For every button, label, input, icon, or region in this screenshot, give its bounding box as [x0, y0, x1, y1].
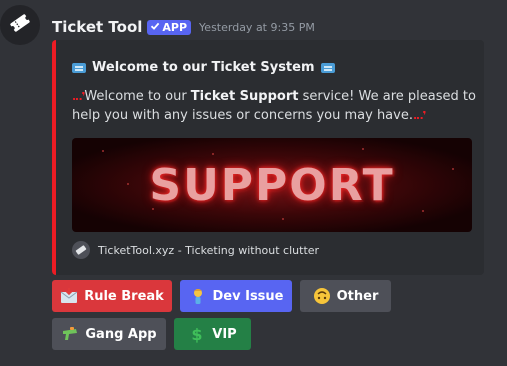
embed-title-text: Welcome to our Ticket System: [92, 60, 315, 75]
description-bold-text: Ticket Support: [190, 89, 299, 104]
other-label: Other: [336, 288, 379, 304]
red-dots-emoji-icon: .‥❜: [72, 90, 85, 103]
incoming-envelope-icon: [60, 287, 78, 305]
banner-text: SUPPORT: [149, 160, 395, 211]
svg-text:$: $: [192, 325, 203, 343]
chat-message: Ticket Tool APP Yesterday at 9:35 PM Wel…: [0, 0, 507, 366]
person-icon: [189, 287, 207, 305]
embed-description: .‥❜Welcome to our Ticket Support service…: [72, 87, 477, 125]
dev-issue-button[interactable]: Dev Issue: [180, 280, 292, 312]
ticket-icon: [8, 11, 32, 39]
embed-footer: TicketTool.xyz - Ticketing without clutt…: [72, 241, 319, 259]
rule-break-button[interactable]: Rule Break: [52, 280, 172, 312]
ticket-emoji-icon: [320, 62, 335, 73]
upside-down-face-icon: [313, 287, 331, 305]
dev-issue-label: Dev Issue: [212, 288, 284, 304]
gang-app-label: Gang App: [85, 326, 157, 342]
author-avatar[interactable]: [0, 5, 40, 45]
app-badge: APP: [147, 19, 192, 35]
embed: Welcome to our Ticket System .‥❜Welcome …: [52, 40, 484, 275]
dollar-sign-icon: $: [188, 325, 206, 344]
red-dots-emoji-icon: .‥❜: [412, 109, 426, 122]
rule-break-label: Rule Break: [84, 288, 164, 304]
gang-app-button[interactable]: Gang App: [52, 318, 166, 350]
app-badge-label: APP: [162, 20, 188, 34]
embed-footer-text: TicketTool.xyz - Ticketing without clutt…: [98, 243, 320, 257]
message-timestamp[interactable]: Yesterday at 9:35 PM: [199, 21, 315, 34]
embed-title: Welcome to our Ticket System: [72, 60, 335, 75]
ticket-emoji-icon: [72, 62, 86, 73]
author-name[interactable]: Ticket Tool: [52, 18, 142, 36]
vip-button[interactable]: $ VIP: [174, 318, 251, 350]
embed-image-support-banner[interactable]: SUPPORT: [72, 138, 472, 232]
water-pistol-icon: [61, 325, 79, 343]
vip-label: VIP: [212, 326, 237, 342]
verified-check-icon: [150, 20, 160, 35]
description-text-start: Welcome to our: [84, 89, 191, 104]
tickettool-logo-icon: [72, 241, 90, 259]
other-button[interactable]: Other: [300, 280, 391, 312]
message-header: Ticket Tool APP Yesterday at 9:35 PM: [52, 17, 315, 37]
